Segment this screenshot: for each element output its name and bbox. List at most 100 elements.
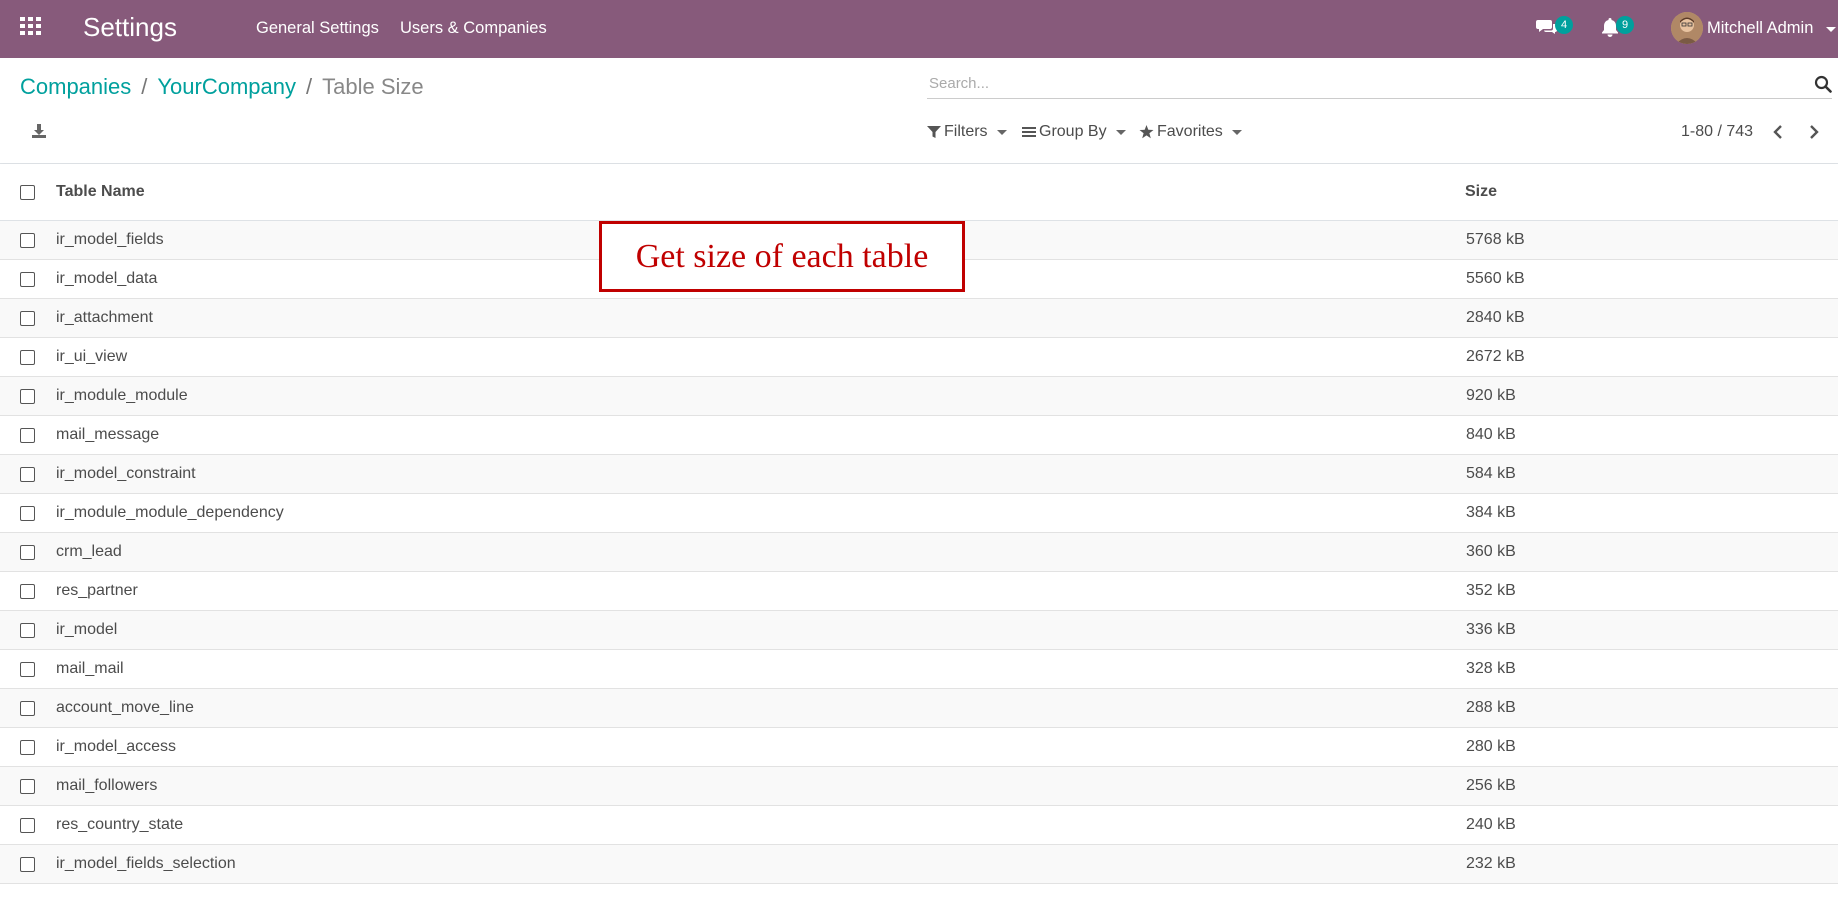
chevron-down-icon [996,129,1007,135]
column-header-table-name[interactable]: Table Name [56,183,145,201]
cell-size: 336 kB [1466,621,1516,638]
filter-icon [927,126,941,138]
row-checkbox[interactable] [20,545,35,560]
table-row[interactable]: ir_model_fields_selection 232 kB [0,845,1838,884]
row-checkbox[interactable] [20,428,35,443]
table-row[interactable]: ir_ui_view 2672 kB [0,338,1838,377]
table-row[interactable]: ir_module_module 920 kB [0,377,1838,416]
cell-table-name: ir_model_access [56,738,177,755]
cell-size: 5768 kB [1466,231,1525,248]
cell-table-name: res_country_state [56,816,184,833]
row-checkbox[interactable] [20,818,35,833]
row-checkbox[interactable] [20,857,35,872]
table-row[interactable]: res_country_state 240 kB [0,806,1838,845]
cell-table-name: ir_model_constraint [56,465,196,482]
group-by-label: Group By [1039,123,1107,140]
table-row[interactable]: mail_message 840 kB [0,416,1838,455]
cell-size: 288 kB [1466,699,1516,716]
cell-table-name: account_move_line [56,699,194,716]
list-icon [1022,127,1036,137]
table-row[interactable]: ir_model 336 kB [0,611,1838,650]
row-checkbox[interactable] [20,740,35,755]
cell-table-name: ir_model_fields [56,231,164,248]
table-row[interactable]: account_move_line 288 kB [0,689,1838,728]
cell-table-name: res_partner [56,582,138,599]
row-checkbox[interactable] [20,350,35,365]
breadcrumb-companies[interactable]: Companies [20,74,131,99]
row-checkbox[interactable] [20,584,35,599]
cell-size: 840 kB [1466,426,1516,443]
row-checkbox[interactable] [20,233,35,248]
search-input[interactable] [927,70,1789,96]
row-checkbox[interactable] [20,467,35,482]
table-row[interactable]: mail_mail 328 kB [0,650,1838,689]
apps-grid-icon[interactable] [20,17,44,39]
cell-table-name: ir_ui_view [56,348,128,365]
favorites-label: Favorites [1157,123,1223,140]
table-row[interactable]: crm_lead 360 kB [0,533,1838,572]
avatar[interactable] [1671,12,1703,44]
menu-users-companies[interactable]: Users & Companies [400,19,547,38]
row-checkbox[interactable] [20,389,35,404]
cell-table-name: ir_model [56,621,118,638]
table-body: ir_model_fields 5768 kB ir_model_data 5560 … [0,221,1838,884]
breadcrumb-yourcompany[interactable]: YourCompany [157,74,296,99]
page-title: Table Size [322,74,424,99]
activity-count-badge: 9 [1616,16,1634,34]
cell-size: 256 kB [1466,777,1516,794]
chevron-down-icon[interactable] [1826,27,1836,32]
row-checkbox[interactable] [20,662,35,677]
cell-table-name: crm_lead [56,543,122,560]
cell-table-name: mail_message [56,426,160,443]
cell-size: 232 kB [1466,855,1516,872]
breadcrumb: Companies / YourCompany / Table Size [20,74,424,100]
top-navbar: Settings General Settings Users & Compan… [0,0,1838,58]
star-icon [1139,125,1154,139]
cell-size: 584 kB [1466,465,1516,482]
row-checkbox[interactable] [20,701,35,716]
table-row[interactable]: ir_module_module_dependency 384 kB [0,494,1838,533]
cell-size: 280 kB [1466,738,1516,755]
cell-size: 360 kB [1466,543,1516,560]
table-row[interactable]: mail_followers 256 kB [0,767,1838,806]
table-row[interactable]: res_partner 352 kB [0,572,1838,611]
row-checkbox[interactable] [20,272,35,287]
breadcrumb-separator: / [306,74,313,99]
cell-size: 240 kB [1466,816,1516,833]
pager-value[interactable]: 1-80 / 743 [1681,123,1753,141]
table-row[interactable]: ir_attachment 2840 kB [0,299,1838,338]
search-icon[interactable] [1814,75,1832,98]
cell-table-name: mail_mail [56,660,124,677]
row-checkbox[interactable] [20,506,35,521]
cell-size: 328 kB [1466,660,1516,677]
cell-table-name: ir_attachment [56,309,153,326]
breadcrumb-separator: / [141,74,148,99]
menu-general-settings[interactable]: General Settings [256,19,379,38]
cell-size: 2840 kB [1466,309,1525,326]
filters-label: Filters [944,123,988,140]
table-row[interactable]: ir_model_constraint 584 kB [0,455,1838,494]
cell-size: 352 kB [1466,582,1516,599]
row-checkbox[interactable] [20,311,35,326]
column-header-size[interactable]: Size [1465,183,1497,201]
favorites-dropdown[interactable]: Favorites [1139,123,1242,141]
chevron-down-icon [1115,129,1126,135]
list-header: Table Name Size [0,164,1838,221]
download-icon[interactable] [31,123,47,144]
select-all-checkbox[interactable] [20,185,35,200]
cell-size: 2672 kB [1466,348,1525,365]
table-row[interactable]: ir_model_access 280 kB [0,728,1838,767]
cell-size: 5560 kB [1466,270,1525,287]
cell-size: 384 kB [1466,504,1516,521]
user-menu[interactable]: Mitchell Admin [1707,19,1813,38]
chevron-right-icon[interactable] [1808,124,1820,145]
app-title[interactable]: Settings [83,12,177,43]
group-by-dropdown[interactable]: Group By [1022,123,1126,141]
cell-table-name: ir_model_data [56,270,158,287]
cell-table-name: ir_module_module [56,387,188,404]
filters-dropdown[interactable]: Filters [927,123,1007,141]
row-checkbox[interactable] [20,779,35,794]
chevron-down-icon [1231,129,1242,135]
row-checkbox[interactable] [20,623,35,638]
chevron-left-icon[interactable] [1772,124,1784,145]
